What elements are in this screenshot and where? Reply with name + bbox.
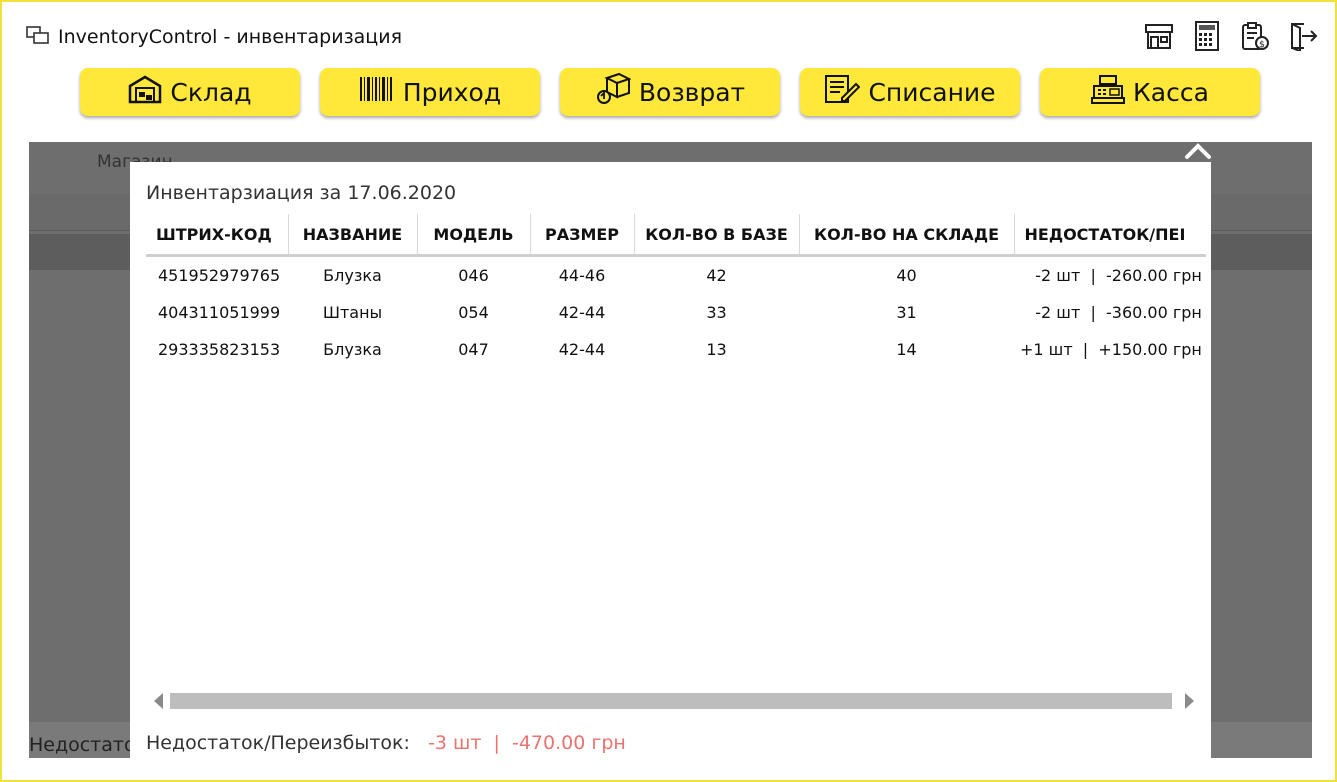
cell-qty-db: 13 xyxy=(706,340,727,359)
logout-icon[interactable] xyxy=(1287,20,1319,52)
cell-barcode: 451952979765 xyxy=(158,266,281,285)
column-header[interactable]: КОЛ-ВО НА СКЛАДЕ xyxy=(799,214,1015,257)
cell-barcode: 293335823153 xyxy=(158,340,281,359)
nav-label: Возврат xyxy=(638,77,746,107)
calculator-icon[interactable] xyxy=(1191,20,1223,52)
warehouse-icon xyxy=(128,74,162,110)
inventory-dialog: Инвентарзиация за 17.06.2020 ШТРИХ-КОД Н… xyxy=(130,162,1211,762)
cell-name: Штаны xyxy=(322,303,383,322)
store-icon[interactable] xyxy=(1143,20,1175,52)
cell-diff: +1 шт | +150.00 грн xyxy=(1020,340,1202,359)
cell-diff: -2 шт | -360.00 грн xyxy=(1035,303,1202,322)
table-row[interactable]: 293335823153 Блузка 047 42-44 13 14 +1 ш… xyxy=(146,331,1206,368)
cell-qty-db: 33 xyxy=(706,303,727,322)
nav-label: Касса xyxy=(1133,77,1209,107)
table-header-row: ШТРИХ-КОД НАЗВАНИЕ МОДЕЛЬ РАЗМЕР КОЛ-ВО … xyxy=(146,214,1206,257)
table-row[interactable]: 404311051999 Штаны 054 42-44 33 31 -2 шт… xyxy=(146,294,1206,331)
cell-qty-stock: 14 xyxy=(896,340,917,359)
scrollbar-thumb[interactable] xyxy=(170,693,1172,709)
return-box-icon xyxy=(595,72,632,112)
summary-label: Недостаток/Переизбыток: xyxy=(146,732,410,754)
cell-qty-stock: 31 xyxy=(896,303,917,322)
nav-button-incoming[interactable]: Приход xyxy=(320,68,540,116)
nav-button-cashier[interactable]: Касса xyxy=(1040,68,1260,116)
column-header[interactable]: НЕДОСТАТОК/ПЕІ xyxy=(1014,214,1206,257)
summary-line: Недостаток/Переизбыток: -3 шт | -470.00 … xyxy=(146,732,626,754)
column-header[interactable]: МОДЕЛЬ xyxy=(417,214,531,257)
column-header[interactable]: НАЗВАНИЕ xyxy=(288,214,418,257)
svg-text:$: $ xyxy=(1259,40,1265,50)
cell-name: Блузка xyxy=(323,340,382,359)
title-bar: InventoryControl - инвентаризация xyxy=(26,24,402,50)
cell-diff: -2 шт | -260.00 грн xyxy=(1035,266,1202,285)
top-toolbar: $ xyxy=(1143,20,1319,52)
close-icon xyxy=(1183,141,1213,165)
nav-button-return[interactable]: Возврат xyxy=(560,68,780,116)
cell-barcode: 404311051999 xyxy=(158,303,281,322)
nav-label: Приход xyxy=(402,77,502,107)
table-row[interactable]: 451952979765 Блузка 046 44-46 42 40 -2 ш… xyxy=(146,256,1206,295)
cell-name: Блузка xyxy=(323,266,382,285)
background-summary-label: Недостато xyxy=(29,734,136,756)
inventory-table: ШТРИХ-КОД НАЗВАНИЕ МОДЕЛЬ РАЗМЕР КОЛ-ВО … xyxy=(146,214,1206,368)
nav-button-writeoff[interactable]: Списание xyxy=(800,68,1020,116)
column-header[interactable]: ШТРИХ-КОД xyxy=(146,214,289,257)
nav-label: Списание xyxy=(868,77,996,107)
cell-qty-stock: 40 xyxy=(896,266,917,285)
app-window: InventoryControl - инвентаризация $ Скла… xyxy=(0,0,1337,782)
close-dialog-button[interactable] xyxy=(1180,138,1216,168)
nav-label: Склад xyxy=(170,77,252,107)
horizontal-scrollbar[interactable] xyxy=(154,692,1194,710)
summary-value: -3 шт | -470.00 грн xyxy=(427,732,626,754)
cell-size: 42-44 xyxy=(558,340,606,359)
main-nav: Склад Приход Возврат Списание Касса xyxy=(80,68,1260,116)
cell-model: 047 xyxy=(458,340,489,359)
barcode-icon xyxy=(359,75,395,109)
dialog-title: Инвентарзиация за 17.06.2020 xyxy=(146,182,457,204)
cash-register-icon xyxy=(1091,74,1126,110)
cell-qty-db: 42 xyxy=(706,266,727,285)
window-icon xyxy=(26,25,50,49)
clipboard-money-icon[interactable]: $ xyxy=(1239,20,1271,52)
writeoff-icon xyxy=(824,74,861,110)
scroll-left-icon[interactable] xyxy=(154,693,163,709)
column-header[interactable]: РАЗМЕР xyxy=(530,214,635,257)
cell-size: 42-44 xyxy=(558,303,606,322)
cell-size: 44-46 xyxy=(558,266,606,285)
cell-model: 054 xyxy=(458,303,489,322)
scroll-right-icon[interactable] xyxy=(1185,693,1194,709)
column-header[interactable]: КОЛ-ВО В БАЗЕ xyxy=(634,214,800,257)
window-title: InventoryControl - инвентаризация xyxy=(58,26,403,48)
cell-model: 046 xyxy=(458,266,489,285)
nav-button-warehouse[interactable]: Склад xyxy=(80,68,300,116)
